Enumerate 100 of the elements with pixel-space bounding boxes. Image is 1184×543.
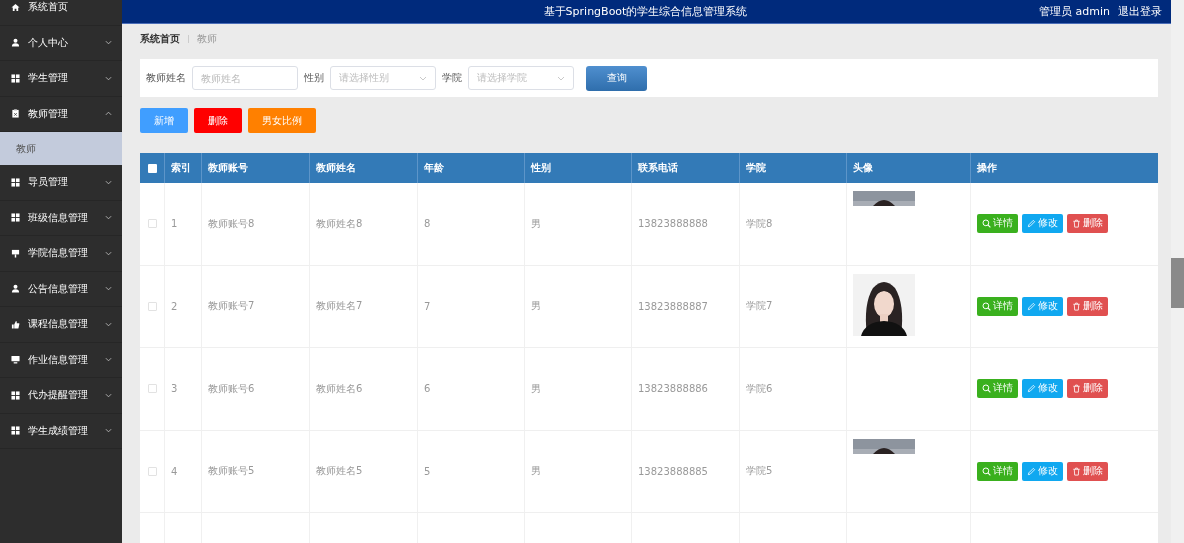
grid-icon: [11, 426, 20, 436]
table-cell: 学院6: [746, 381, 773, 396]
column-header: 头像: [847, 153, 971, 183]
home-icon: [11, 2, 20, 12]
table-cell: 13823888885: [638, 465, 708, 477]
row-action-button[interactable]: 删除: [1067, 379, 1108, 399]
grid-icon: [11, 213, 20, 223]
sidebar-item[interactable]: 代办提醒管理: [0, 378, 122, 414]
field-label: 学院: [442, 71, 462, 85]
row-action-button[interactable]: 详情: [977, 379, 1018, 399]
trash-icon: [1072, 219, 1081, 229]
menu-label: 学生成绩管理: [28, 423, 89, 438]
pencil-icon: [1027, 301, 1036, 311]
row-action-button[interactable]: 修改: [1022, 379, 1063, 399]
row-checkbox[interactable]: [147, 219, 157, 229]
table-cell: 男: [531, 464, 541, 479]
menu-label: 个人中心: [28, 35, 69, 50]
select-all-checkbox[interactable]: [147, 163, 157, 173]
name-input[interactable]: 教师姓名: [192, 66, 298, 90]
table-cell: 4: [171, 465, 178, 477]
row-action-button[interactable]: 修改: [1022, 214, 1063, 234]
field-label: 教师姓名: [146, 71, 186, 85]
table-cell: 8: [424, 218, 431, 230]
monitor-icon: [11, 355, 20, 365]
table-cell: 教师姓名8: [316, 216, 363, 231]
menu-label: 代办提醒管理: [28, 388, 89, 403]
row-action-button[interactable]: 修改: [1022, 296, 1063, 316]
menu-label: 课程信息管理: [28, 317, 89, 332]
menu-label: 公告信息管理: [28, 281, 89, 296]
action-button[interactable]: 男女比例: [248, 108, 316, 133]
scrollbar-thumb[interactable]: [1171, 258, 1184, 308]
breadcrumb-item: 教师: [197, 32, 217, 46]
table-cell: 7: [424, 300, 431, 312]
chevron-down-icon: [557, 75, 565, 81]
pencil-icon: [1027, 466, 1036, 476]
row-action-button[interactable]: 删除: [1067, 214, 1108, 234]
scrollbar[interactable]: [1171, 0, 1184, 543]
table-cell: 3: [171, 383, 178, 395]
search-icon: [982, 466, 991, 476]
menu-label: 学生管理: [28, 71, 69, 86]
row-action-button[interactable]: 删除: [1067, 461, 1108, 481]
table-cell: 男: [531, 381, 541, 396]
row-action-button[interactable]: 详情: [977, 214, 1018, 234]
sidebar-item[interactable]: 个人中心: [0, 25, 122, 61]
signpost-icon: [11, 248, 20, 258]
menu-label: 学院信息管理: [28, 246, 89, 261]
row-checkbox[interactable]: [147, 384, 157, 394]
menu-label: 系统首页: [28, 0, 69, 15]
search-icon: [982, 301, 991, 311]
sidebar-item[interactable]: 学院信息管理: [0, 236, 122, 272]
table-cell: 学院5: [746, 464, 773, 479]
table-cell: 13823888888: [638, 218, 708, 230]
table-cell: 教师账号5: [208, 464, 255, 479]
table-cell: 教师姓名6: [316, 381, 363, 396]
menu-label: 教师管理: [28, 106, 69, 121]
column-header: 性别: [525, 153, 632, 183]
row-action-button[interactable]: 删除: [1067, 296, 1108, 316]
row-action-button[interactable]: 修改: [1022, 461, 1063, 481]
sidebar-item[interactable]: 学生管理: [0, 61, 122, 97]
pencil-icon: [1027, 384, 1036, 394]
field-label: 性别: [304, 71, 324, 85]
grid-icon: [11, 177, 20, 187]
sidebar-item[interactable]: 公告信息管理: [0, 271, 122, 307]
table-cell: 6: [424, 383, 431, 395]
action-button[interactable]: 删除: [194, 108, 242, 133]
submenu-item[interactable]: 教师: [0, 132, 122, 165]
system-title: 基于SpringBoot的学生综合信息管理系统: [542, 4, 749, 19]
table-cell: 男: [531, 299, 541, 314]
trash-icon: [1072, 466, 1081, 476]
sidebar-item[interactable]: 班级信息管理: [0, 200, 122, 236]
menu-label: 班级信息管理: [28, 210, 89, 225]
chevron-down-icon: [419, 75, 427, 81]
row-checkbox[interactable]: [147, 466, 157, 476]
action-button[interactable]: 新增: [140, 108, 188, 133]
trash-icon: [1072, 384, 1081, 394]
row-action-button[interactable]: 详情: [977, 461, 1018, 481]
thumbs-up-icon: [11, 319, 20, 329]
query-button[interactable]: 查询: [586, 65, 647, 91]
sidebar-item[interactable]: 学生成绩管理: [0, 413, 122, 449]
menu-label: 导员管理: [28, 175, 69, 190]
clipboard-icon: [11, 109, 20, 119]
table-cell: 1: [171, 218, 178, 230]
user-label: 管理员 admin: [1039, 4, 1110, 19]
column-header: 索引: [165, 153, 202, 183]
column-header: 年龄: [418, 153, 525, 183]
breadcrumb-item[interactable]: 系统首页: [140, 32, 180, 46]
row-action-button[interactable]: 详情: [977, 296, 1018, 316]
logout-link[interactable]: 退出登录: [1118, 4, 1162, 19]
column-header: 联系电话: [632, 153, 740, 183]
search-icon: [982, 384, 991, 394]
table-cell: 13823888886: [638, 383, 708, 395]
sidebar-item[interactable]: 课程信息管理: [0, 307, 122, 343]
column-header: 教师姓名: [310, 153, 418, 183]
column-header: 操作: [976, 161, 998, 175]
row-checkbox[interactable]: [147, 301, 157, 311]
sidebar-item[interactable]: 导员管理: [0, 165, 122, 201]
column-header: 学院: [740, 153, 847, 183]
table-cell: 教师账号8: [208, 216, 255, 231]
user-icon: [11, 38, 20, 48]
sidebar-item[interactable]: 作业信息管理: [0, 342, 122, 378]
